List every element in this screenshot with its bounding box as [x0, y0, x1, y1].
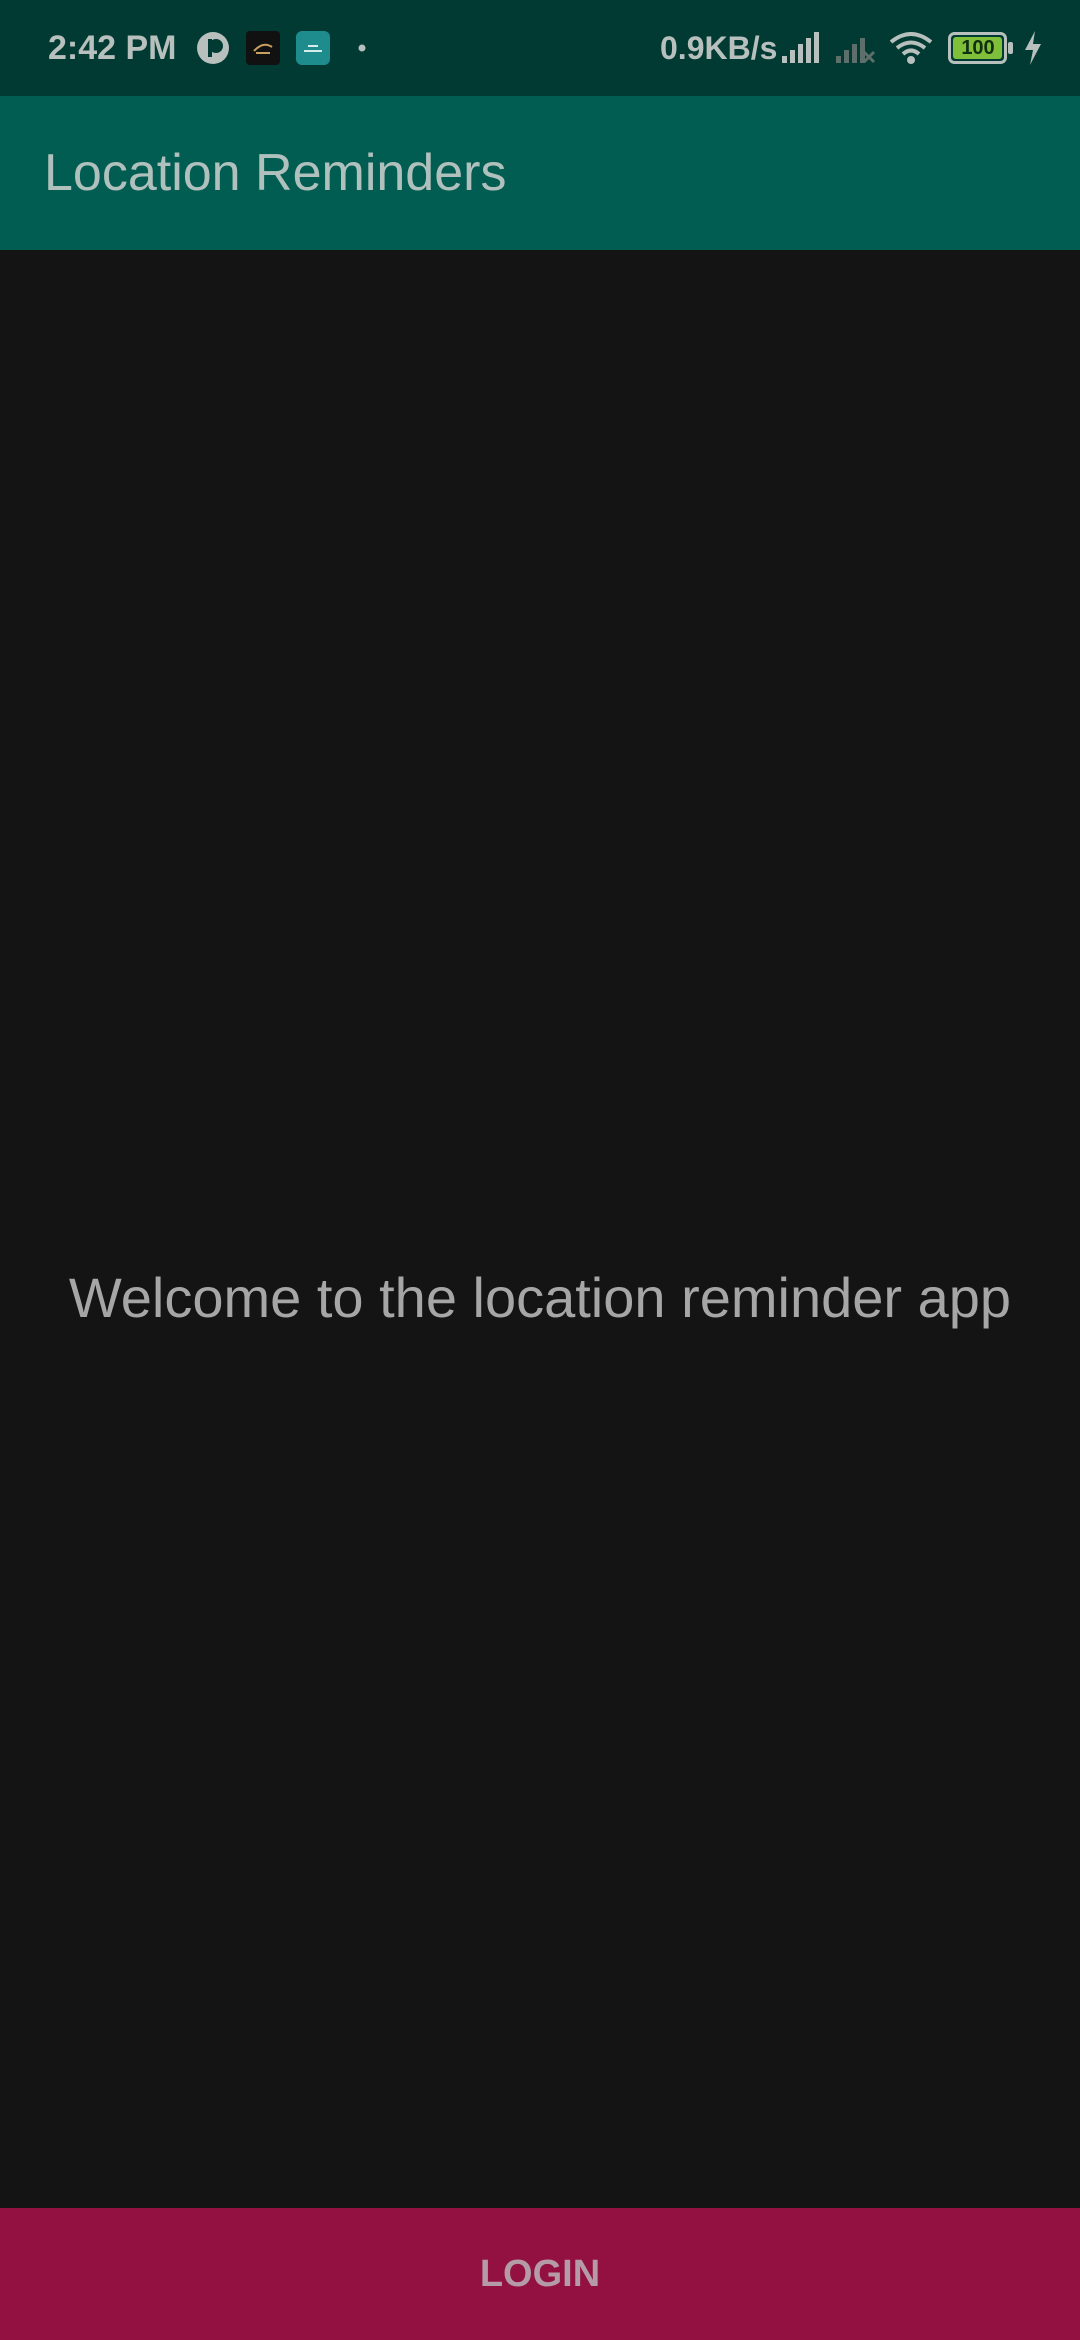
status-time: 2:42 PM [48, 29, 177, 67]
signal-full-icon [782, 32, 819, 63]
app-circle-icon [197, 32, 229, 64]
charging-icon [1025, 31, 1041, 65]
battery-level: 100 [961, 37, 995, 59]
welcome-text: Welcome to the location reminder app [68, 1266, 1012, 1329]
network-speed: 0.9KB/s [660, 30, 778, 66]
signal-no-sim-icon [836, 38, 876, 64]
app-teal-icon [296, 31, 330, 65]
app-bar: Location Reminders [0, 96, 1080, 250]
app-title: Location Reminders [44, 144, 507, 202]
status-bar: 2:42 PM 0.9KB/s 100 [0, 0, 1080, 96]
login-button[interactable]: LOGIN [0, 2208, 1080, 2340]
wifi-icon [889, 32, 933, 64]
main-content: Welcome to the location reminder app [0, 250, 1080, 2208]
app-dark-icon [246, 31, 280, 65]
battery-icon: 100 [948, 32, 1014, 64]
more-notifications-dot-icon [358, 44, 366, 52]
